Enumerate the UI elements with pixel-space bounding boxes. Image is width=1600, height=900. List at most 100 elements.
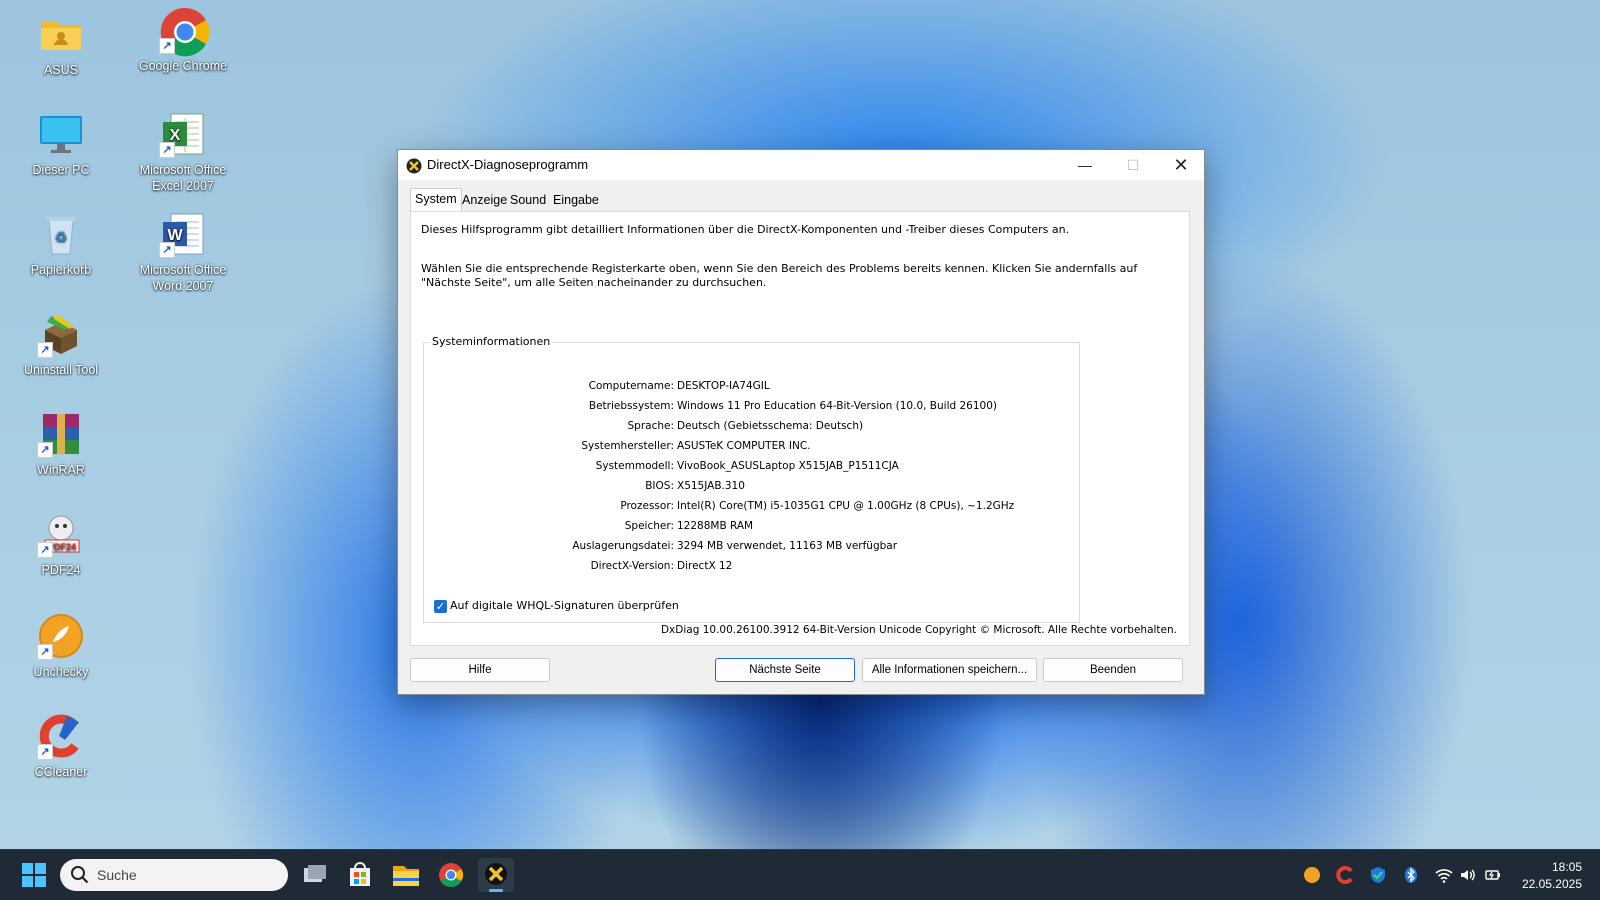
save-all-info-button[interactable]: Alle Informationen speichern...	[862, 658, 1037, 682]
desktop-icon-uninstall-tool[interactable]: ↗ Uninstall Tool	[9, 310, 113, 378]
info-row-prozessor: Prozessor: Intel(R) Core(TM) i5-1035G1 C…	[424, 500, 1079, 518]
group-title: Systeminformationen	[430, 335, 553, 348]
start-button[interactable]	[16, 858, 52, 892]
wifi-icon[interactable]	[1435, 866, 1453, 884]
desktop-icon-pdf24[interactable]: PDF24 ↗ PDF24	[9, 510, 113, 578]
info-row-systemmodell: Systemmodell: VivoBook_ASUSLaptop X515JA…	[424, 460, 1079, 478]
tray-app-orange-icon[interactable]	[1303, 866, 1321, 884]
info-value: Intel(R) Core(TM) i5-1035G1 CPU @ 1.00GH…	[677, 500, 1015, 512]
excel-icon: X ↗	[159, 110, 207, 158]
whql-checkbox-label: Auf digitale WHQL-Signaturen überprüfen	[450, 599, 679, 612]
tab-sound[interactable]: Sound	[506, 190, 550, 210]
volume-icon[interactable]	[1459, 866, 1477, 884]
windows-security-icon[interactable]	[1369, 866, 1387, 884]
system-info-group: Systeminformationen Computername: DESKTO…	[423, 335, 1080, 623]
next-page-button[interactable]: Nächste Seite	[715, 658, 855, 682]
info-label: Betriebssystem:	[588, 400, 674, 412]
info-label: BIOS:	[645, 480, 674, 492]
info-row-auslagerungsdatei: Auslagerungsdatei: 3294 MB verwendet, 11…	[424, 540, 1079, 558]
desktop-icon-dieser-pc[interactable]: Dieser PC	[9, 110, 113, 178]
help-button[interactable]: Hilfe	[410, 658, 550, 682]
battery-icon[interactable]	[1484, 866, 1502, 884]
desktop-icon-unchecky[interactable]: ↗ Unchecky	[9, 612, 113, 680]
ccleaner-tray-icon[interactable]	[1336, 866, 1354, 884]
info-row-directx-version: DirectX-Version: DirectX 12	[424, 560, 1079, 578]
ccleaner-icon: ↗	[37, 712, 85, 760]
copyright-text: DxDiag 10.00.26100.3912 64-Bit-Version U…	[660, 624, 1177, 636]
microsoft-store-icon[interactable]	[342, 858, 378, 892]
shortcut-arrow-icon: ↗	[159, 38, 175, 54]
title-bar[interactable]: DirectX-Diagnoseprogramm — ☐ ✕	[398, 150, 1204, 180]
clock[interactable]: 18:05 22.05.2025	[1522, 859, 1582, 893]
info-value: X515JAB.310	[677, 480, 745, 492]
shortcut-arrow-icon: ↗	[37, 542, 53, 558]
desktop-icon-label: PDF24	[41, 563, 81, 577]
dxdiag-taskbar-icon[interactable]	[478, 858, 514, 892]
window-title: DirectX-Diagnoseprogramm	[427, 157, 589, 172]
desktop-icon-label: Dieser PC	[32, 163, 90, 177]
tab-system[interactable]: System	[410, 188, 462, 211]
tab-eingabe[interactable]: Eingabe	[549, 190, 603, 210]
shortcut-arrow-icon: ↗	[37, 442, 53, 458]
desktop-icon-label-line1: Microsoft Office	[139, 163, 227, 177]
desktop-icon-google-chrome[interactable]: ↗ Google Chrome	[131, 6, 235, 74]
info-label: Prozessor:	[620, 500, 674, 512]
info-row-betriebssystem: Betriebssystem: Windows 11 Pro Education…	[424, 400, 1079, 418]
desktop-icon-asus[interactable]: ASUS	[9, 10, 113, 78]
info-label: Sprache:	[627, 420, 674, 432]
file-explorer-icon[interactable]	[388, 858, 424, 892]
dxdiag-window: DirectX-Diagnoseprogramm — ☐ ✕ System An…	[397, 149, 1205, 695]
info-label: Computername:	[588, 380, 674, 392]
desktop-icon-excel[interactable]: X ↗ Microsoft Office Excel 2007	[131, 110, 235, 194]
window-content: System Anzeige Sound Eingabe Dieses Hilf…	[398, 180, 1204, 694]
task-view-icon[interactable]	[296, 858, 332, 892]
desktop-icon-label: Uninstall Tool	[23, 363, 99, 377]
info-value: VivoBook_ASUSLaptop X515JAB_P1511CJA	[677, 460, 899, 472]
info-value: Windows 11 Pro Education 64-Bit-Version …	[677, 400, 997, 412]
whql-checkbox[interactable]: ✓	[434, 599, 447, 613]
pdf24-icon: PDF24 ↗	[37, 510, 85, 558]
instructions-line1: Wählen Sie die entsprechende Registerkar…	[421, 262, 1138, 275]
shortcut-arrow-icon: ↗	[37, 744, 53, 760]
recycle-bin-icon: ♻	[37, 210, 85, 258]
desktop-icon-winrar[interactable]: ↗ WinRAR	[9, 410, 113, 478]
info-row-speicher: Speicher: 12288MB RAM	[424, 520, 1079, 538]
info-value: Deutsch (Gebietsschema: Deutsch)	[677, 420, 864, 432]
maximize-button[interactable]: ☐	[1110, 150, 1156, 180]
whql-checkbox-row[interactable]: ✓ Auf digitale WHQL-Signaturen überprüfen	[434, 599, 679, 613]
computer-icon	[37, 110, 85, 158]
uninstall-tool-icon: ↗	[37, 310, 85, 358]
info-row-bios: BIOS: X515JAB.310	[424, 480, 1079, 498]
clock-date: 22.05.2025	[1521, 877, 1582, 891]
shortcut-arrow-icon: ↗	[37, 644, 53, 660]
search-box[interactable]: Suche	[60, 859, 288, 891]
shortcut-arrow-icon: ↗	[159, 242, 175, 258]
desktop-icon-label: WinRAR	[37, 463, 85, 477]
info-value: ASUSTeK COMPUTER INC.	[677, 440, 811, 452]
svg-text:♻: ♻	[55, 230, 68, 246]
bluetooth-icon[interactable]	[1402, 866, 1420, 884]
intro-text: Dieses Hilfsprogramm gibt detailliert In…	[421, 223, 1070, 236]
info-label: DirectX-Version:	[590, 560, 674, 572]
minimize-button[interactable]: —	[1062, 150, 1108, 180]
winrar-icon: ↗	[37, 410, 85, 458]
desktop-icon-ccleaner[interactable]: ↗ CCleaner	[9, 712, 113, 780]
close-button[interactable]: ✕	[1158, 150, 1204, 180]
exit-button[interactable]: Beenden	[1043, 658, 1183, 682]
taskbar: Suche 18:05 22.05.2025	[0, 849, 1600, 900]
info-label: Systemmodell:	[595, 460, 674, 472]
desktop-icon-label: Unchecky	[33, 665, 89, 679]
tab-anzeige[interactable]: Anzeige	[458, 190, 511, 210]
desktop-icon-label-line2: Excel 2007	[152, 179, 214, 193]
desktop-icon-label-line1: Microsoft Office	[139, 263, 227, 277]
search-icon	[70, 865, 90, 888]
desktop-icon-label-line2: Word 2007	[152, 279, 214, 293]
desktop-icon-papierkorb[interactable]: ♻ Papierkorb	[9, 210, 113, 278]
desktop-icon-label: Google Chrome	[138, 59, 228, 73]
desktop-icon-label: CCleaner	[34, 765, 88, 779]
directx-icon	[406, 158, 422, 174]
info-value: 3294 MB verwendet, 11163 MB verfügbar	[677, 540, 898, 552]
clock-time: 18:05	[1551, 860, 1582, 874]
chrome-taskbar-icon[interactable]	[433, 858, 469, 892]
desktop-icon-word[interactable]: W ↗ Microsoft Office Word 2007	[131, 210, 235, 294]
